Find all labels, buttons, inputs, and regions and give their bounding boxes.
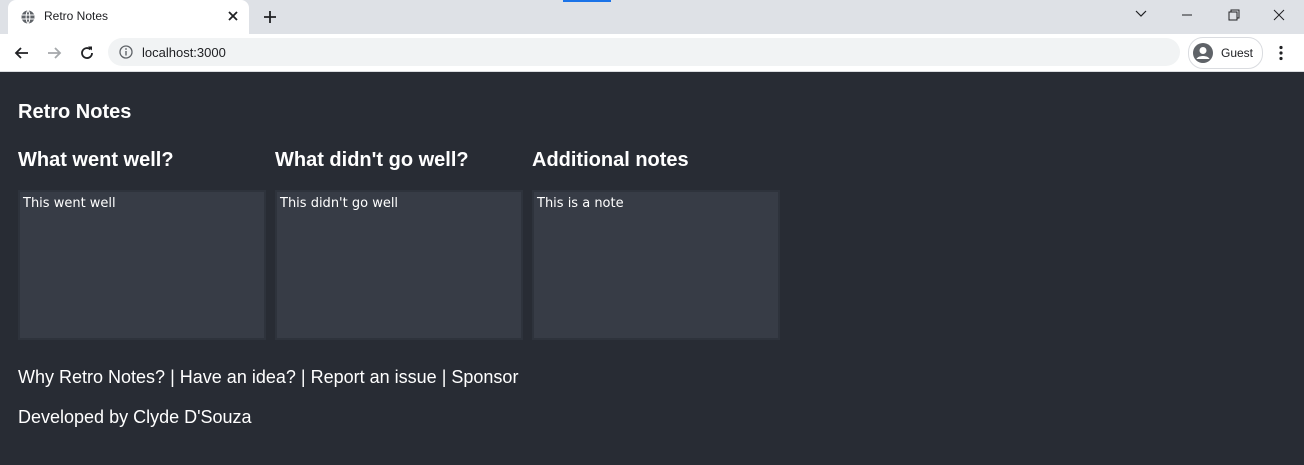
- app-title: Retro Notes: [18, 101, 132, 123]
- restore-icon[interactable]: [1210, 0, 1256, 30]
- column-heading-didnt-go-well: What didn't go well?: [275, 149, 469, 171]
- note-textarea-went-well[interactable]: This went well: [18, 190, 266, 340]
- forward-arrow-icon[interactable]: [44, 43, 64, 63]
- profile-label: Guest: [1221, 46, 1254, 60]
- info-icon[interactable]: [119, 45, 133, 59]
- link-separator: |: [170, 367, 175, 387]
- link-sponsor[interactable]: Sponsor: [451, 367, 518, 387]
- close-icon[interactable]: [224, 7, 242, 25]
- footer-links: Why Retro Notes? | Have an idea? | Repor…: [18, 367, 518, 388]
- address-bar[interactable]: localhost:3000: [108, 38, 1180, 66]
- tab-title: Retro Notes: [44, 9, 109, 23]
- tab-strip: Retro Notes: [0, 0, 1304, 34]
- minimize-icon[interactable]: [1164, 0, 1210, 30]
- chevron-down-icon[interactable]: [1118, 0, 1164, 30]
- account-icon: [1193, 43, 1213, 63]
- column-heading-went-well: What went well?: [18, 149, 174, 171]
- browser-tab[interactable]: Retro Notes: [8, 0, 249, 34]
- window-close-icon[interactable]: [1256, 0, 1302, 30]
- plus-icon[interactable]: [259, 6, 281, 28]
- link-separator: |: [441, 367, 447, 387]
- column-heading-additional-notes: Additional notes: [532, 149, 689, 171]
- more-vert-icon[interactable]: [1271, 43, 1291, 63]
- page-content: Retro Notes What went well? What didn't …: [0, 72, 1304, 465]
- profile-button[interactable]: Guest: [1188, 37, 1263, 69]
- link-have-an-idea[interactable]: Have an idea?: [180, 367, 296, 387]
- note-textarea-additional-notes[interactable]: This is a note: [532, 190, 780, 340]
- tab-strip-indicator: [563, 0, 611, 2]
- back-arrow-icon[interactable]: [12, 43, 32, 63]
- developer-credit: Developed by Clyde D'Souza: [18, 407, 252, 427]
- link-why-retro-notes[interactable]: Why Retro Notes?: [18, 367, 165, 387]
- url-text: localhost:3000: [142, 45, 226, 60]
- reload-icon[interactable]: [77, 43, 97, 63]
- note-textarea-didnt-go-well[interactable]: This didn't go well: [275, 190, 523, 340]
- globe-icon: [21, 10, 35, 24]
- link-report-an-issue[interactable]: Report an issue: [311, 367, 437, 387]
- browser-toolbar: localhost:3000 Guest: [0, 34, 1304, 72]
- link-separator: |: [300, 367, 306, 387]
